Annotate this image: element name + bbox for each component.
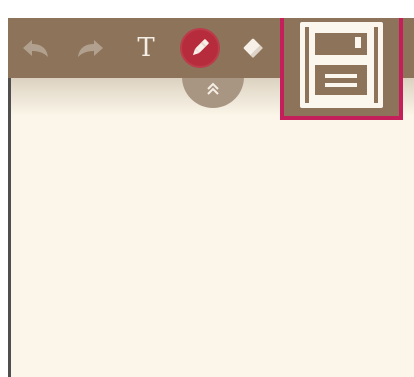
pen-icon <box>188 36 212 60</box>
drawing-app-frame: T <box>8 18 414 377</box>
active-tool-indicator <box>180 28 220 68</box>
redo-arrow-icon <box>74 36 106 60</box>
top-toolbar: T <box>8 18 414 120</box>
drawing-canvas[interactable] <box>8 78 414 377</box>
pen-tool-button[interactable] <box>180 28 220 68</box>
undo-button[interactable] <box>18 30 54 66</box>
double-chevron-up-icon <box>204 79 222 108</box>
floppy-disk-icon <box>300 22 383 108</box>
text-icon: T <box>137 33 155 63</box>
redo-button[interactable] <box>72 30 108 66</box>
save-button[interactable] <box>280 18 403 120</box>
eraser-tool-button[interactable] <box>235 30 271 66</box>
undo-arrow-icon <box>20 36 52 60</box>
text-tool-button[interactable]: T <box>128 30 164 66</box>
eraser-icon <box>239 34 267 62</box>
